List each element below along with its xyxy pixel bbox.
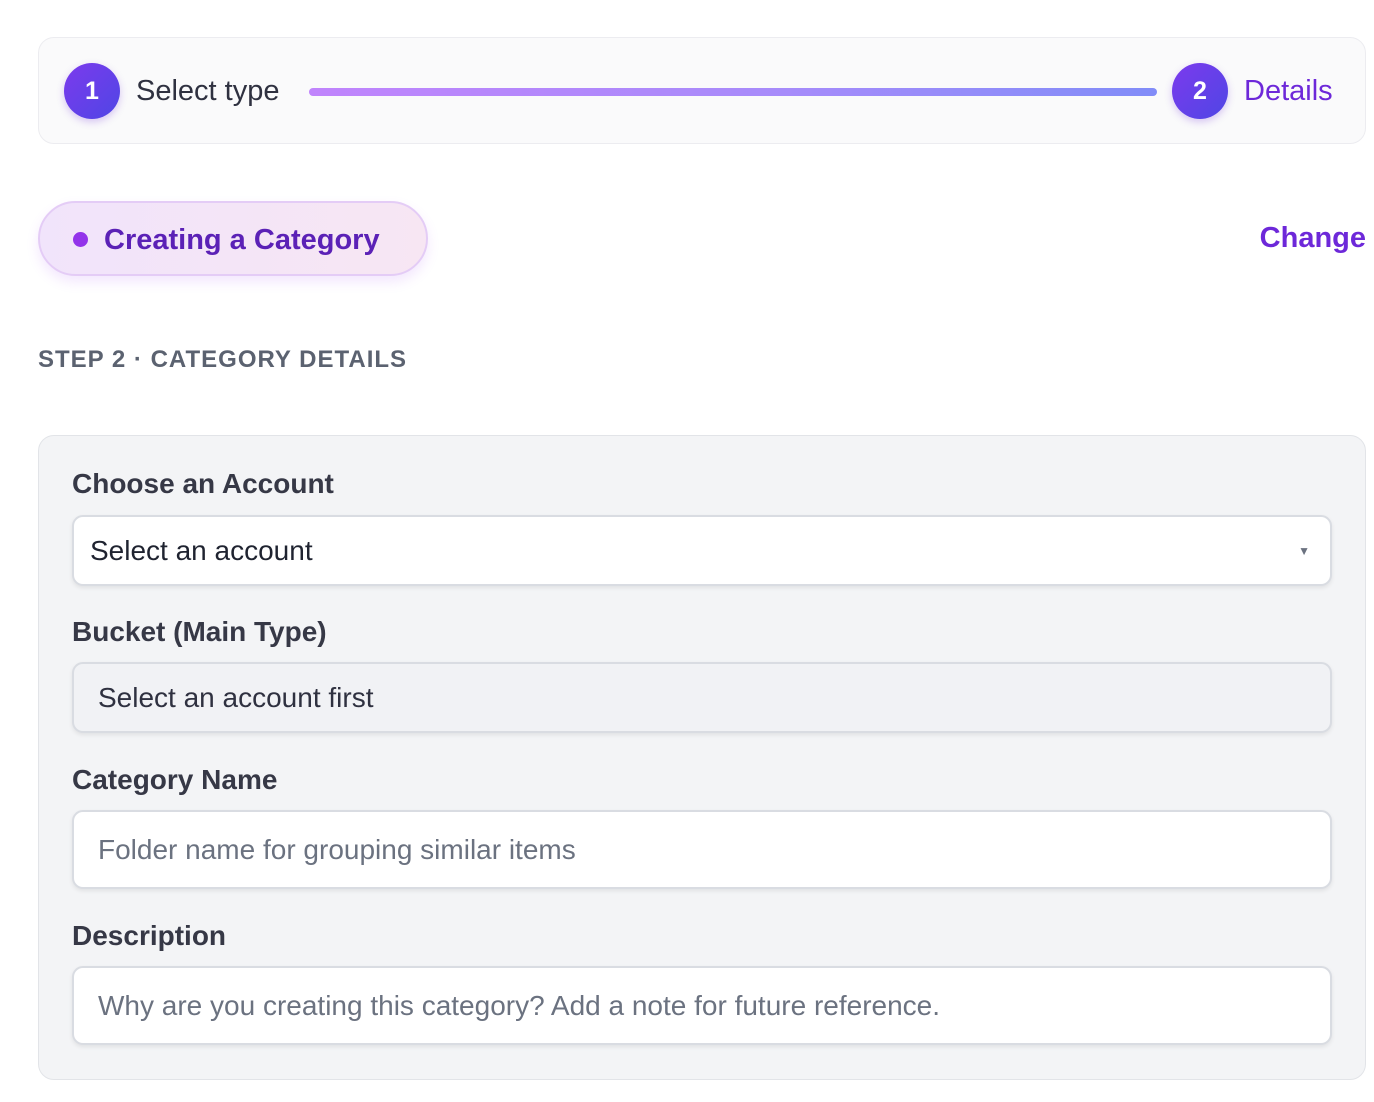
description-placeholder: Why are you creating this category? Add … — [98, 989, 941, 1021]
step-2-indicator: 2 — [1172, 63, 1228, 119]
category-details-form: Choose an Account Select an account ▼ Bu… — [38, 435, 1366, 1080]
step-heading: STEP 2 · CATEGORY DETAILS — [38, 346, 408, 373]
step-1-indicator[interactable]: 1 — [64, 63, 120, 119]
chevron-down-icon: ▼ — [1298, 543, 1310, 558]
change-type-link[interactable]: Change — [1260, 219, 1366, 257]
category-name-placeholder: Folder name for grouping similar items — [98, 833, 576, 865]
bucket-field-label: Bucket (Main Type) — [72, 616, 327, 647]
pill-dot-icon — [73, 232, 88, 247]
step-2-label: Details — [1244, 75, 1333, 107]
selected-type-pill: Creating a Category — [38, 201, 428, 276]
account-select-value: Select an account — [90, 534, 313, 566]
create-category-page: 1 Select type 2 Details Creating a Categ… — [0, 0, 1374, 1102]
description-input[interactable]: Why are you creating this category? Add … — [72, 966, 1332, 1045]
bucket-select-disabled: Select an account first — [72, 662, 1332, 733]
category-name-field-label: Category Name — [72, 764, 278, 795]
stepper-progress-line — [309, 88, 1157, 96]
stepper: 1 Select type 2 Details — [38, 37, 1366, 144]
selected-type-label: Creating a Category — [104, 224, 380, 256]
bucket-select-value: Select an account first — [98, 681, 374, 713]
category-name-input[interactable]: Folder name for grouping similar items — [72, 810, 1332, 889]
step-1-number: 1 — [85, 76, 99, 105]
account-select[interactable]: Select an account ▼ — [72, 515, 1332, 586]
description-field-label: Description — [72, 920, 227, 951]
account-field-label: Choose an Account — [72, 468, 334, 499]
step-1-label[interactable]: Select type — [136, 72, 279, 110]
step-2-number: 2 — [1193, 76, 1207, 105]
